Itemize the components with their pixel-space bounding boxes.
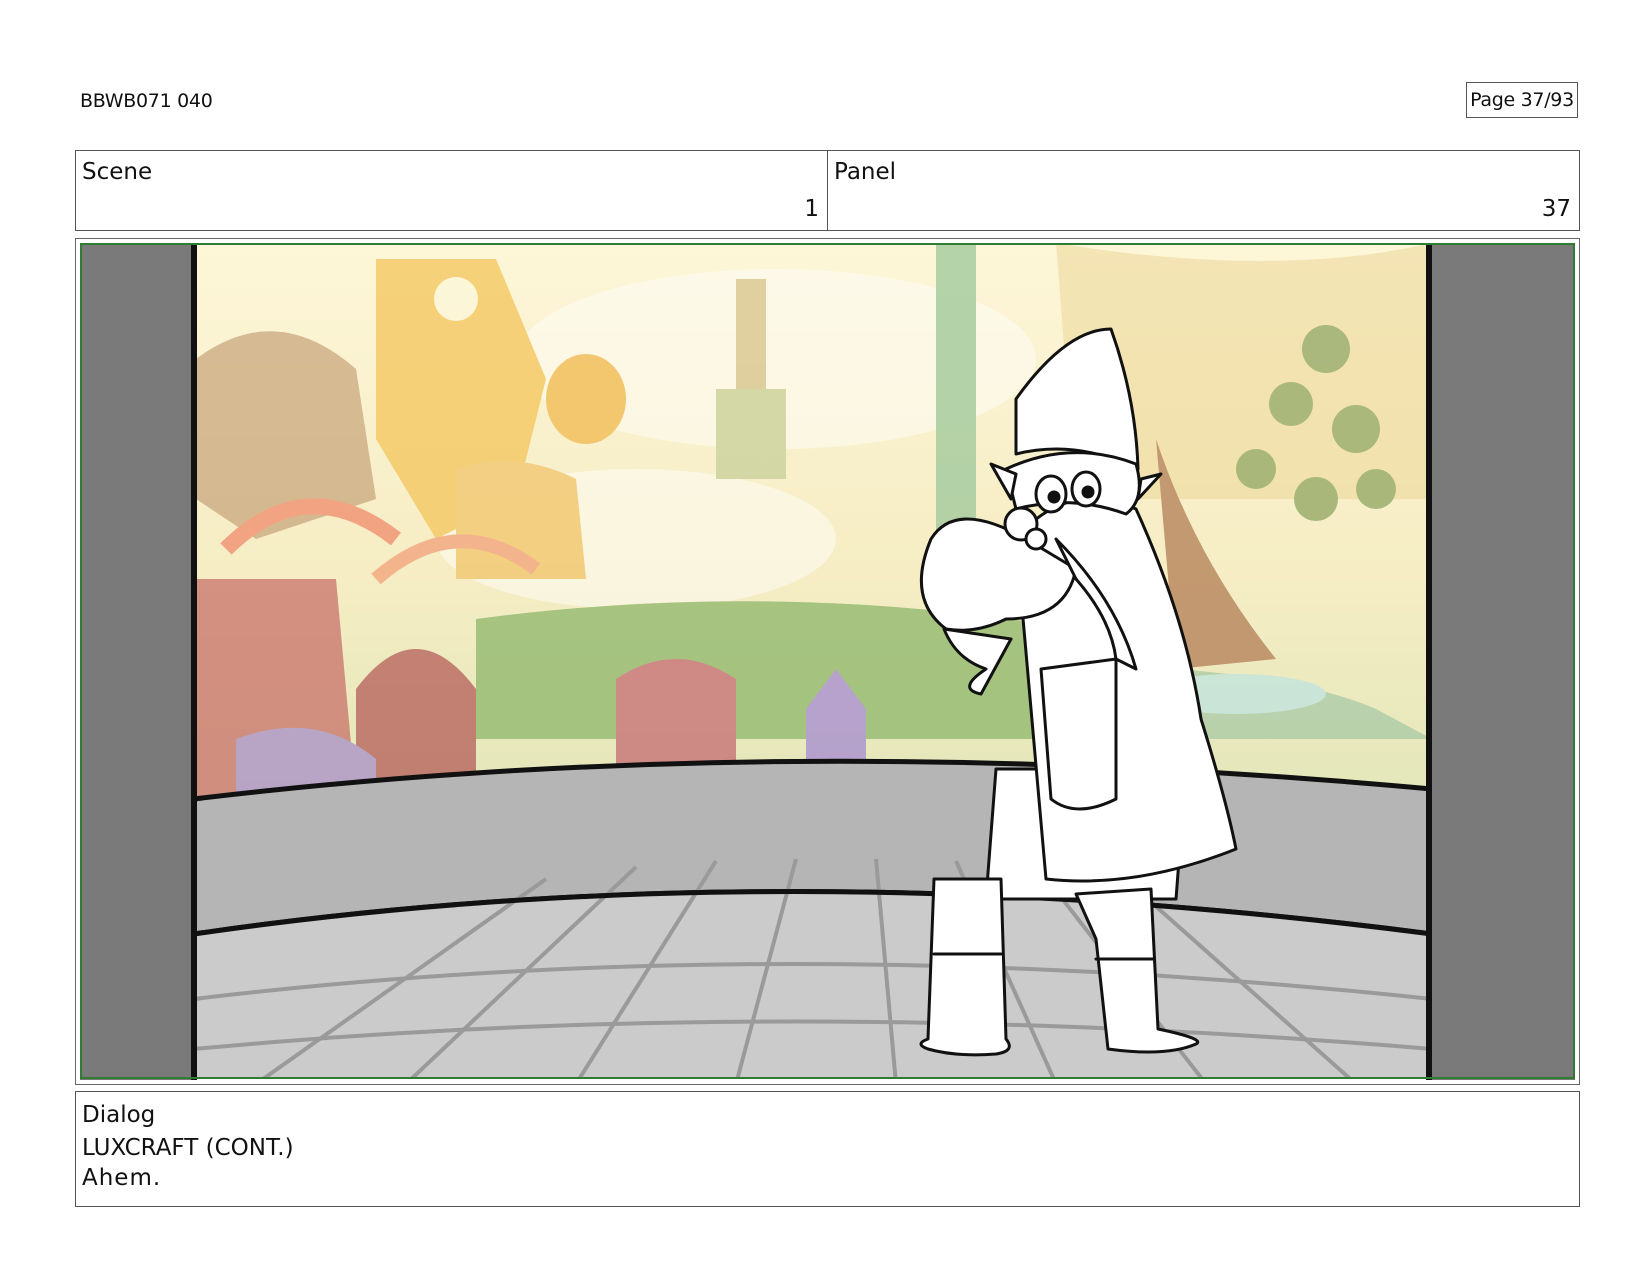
scene-label: Scene bbox=[82, 159, 153, 185]
panel-label: Panel bbox=[834, 159, 897, 185]
scene-cell: Scene 1 bbox=[76, 151, 827, 230]
dialog-line: Ahem. bbox=[82, 1165, 162, 1191]
page-number-box: Page 37/93 bbox=[1466, 82, 1578, 118]
letterbox-right bbox=[1431, 243, 1575, 1080]
dialog-label: Dialog bbox=[82, 1102, 156, 1128]
storyboard-artwork bbox=[80, 243, 1575, 1080]
panel-number: 37 bbox=[1541, 196, 1571, 222]
panel-cell: Panel 37 bbox=[827, 151, 1579, 230]
document-id: BBWB071 040 bbox=[80, 90, 213, 112]
letterbox-left bbox=[80, 243, 194, 1080]
scene-number: 1 bbox=[804, 196, 819, 222]
dialog-box: Dialog LUXCRAFT (CONT.) Ahem. bbox=[75, 1091, 1580, 1207]
scene-panel-info: Scene 1 Panel 37 bbox=[75, 150, 1580, 231]
dialog-speaker: LUXCRAFT (CONT.) bbox=[82, 1135, 294, 1161]
storyboard-panel bbox=[75, 238, 1580, 1085]
